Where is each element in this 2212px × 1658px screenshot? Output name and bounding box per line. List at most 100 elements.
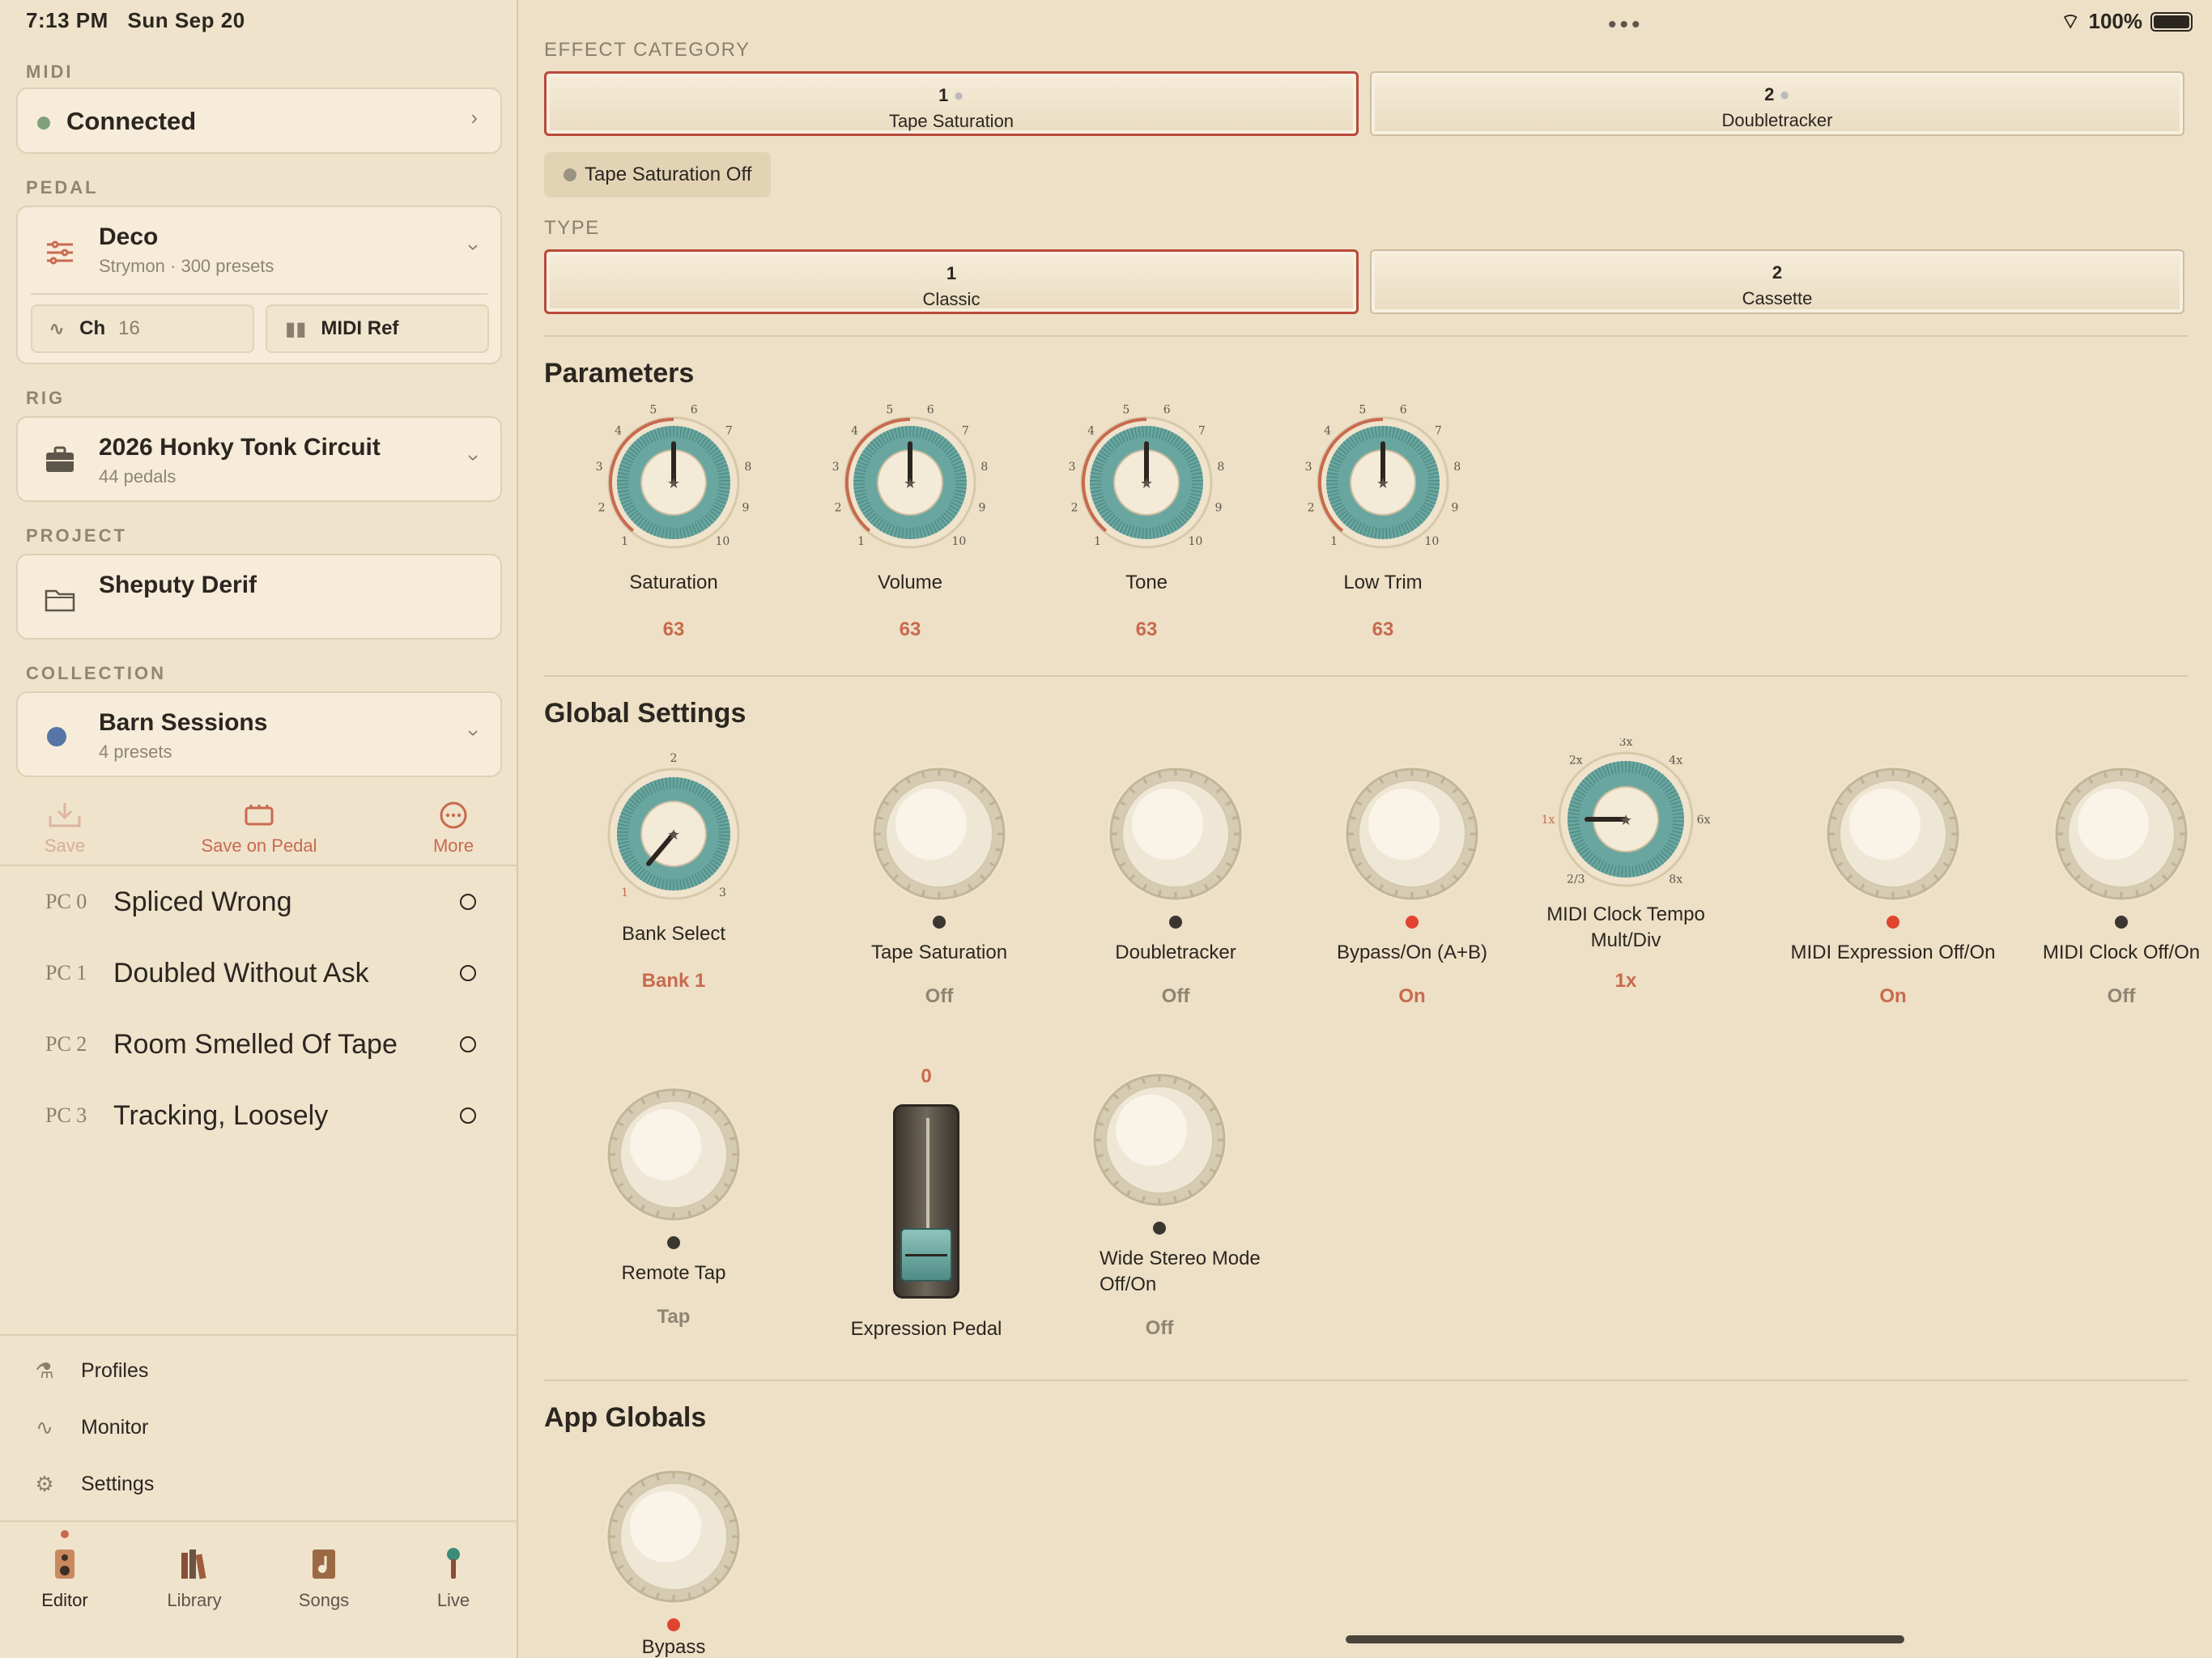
- footswitch-knob-icon[interactable]: [1820, 761, 1966, 907]
- chevron-down-icon[interactable]: ›: [462, 244, 487, 251]
- tone-knob[interactable]: ★ 1 2 3 4 5 6 7 8 9 10 Tone 63: [1049, 402, 1244, 641]
- divider: [0, 1334, 518, 1336]
- chevron-down-icon[interactable]: ›: [462, 729, 487, 737]
- midi-ref-button[interactable]: ▮▮ MIDI Ref: [266, 304, 489, 353]
- chevron-right-icon: ›: [470, 105, 478, 130]
- category-label: Tape Saturation: [888, 111, 1015, 131]
- multitask-dots-icon[interactable]: •••: [1608, 11, 1644, 39]
- collection-subtitle: 4 presets: [99, 742, 172, 762]
- preset-row[interactable]: PC 1 Doubled Without Ask: [0, 937, 518, 1009]
- music-note-icon: [313, 1550, 335, 1579]
- type-button-classic[interactable]: 1 Classic: [544, 249, 1359, 314]
- volume-knob[interactable]: ★ 1 2 3 4 5 6 7 8 9 10 Volume 63: [813, 402, 1007, 641]
- led-off-indicator: [933, 916, 946, 929]
- preset-pc: PC 1: [45, 961, 87, 984]
- category-button-tape-saturation[interactable]: 1 ● Tape Saturation: [544, 71, 1359, 136]
- led-off-indicator: [667, 1236, 680, 1249]
- knob-dial-icon[interactable]: ★ 1 2 3 4 5 6 7 8 9 10: [1066, 402, 1227, 563]
- divider: [31, 293, 487, 295]
- knob-dial-icon[interactable]: ★ 1 2 3: [593, 753, 755, 915]
- knob-value: 63: [1372, 619, 1394, 640]
- microphone-icon: [447, 1548, 460, 1579]
- switch-value: Off: [1145, 1317, 1174, 1339]
- profiles-link[interactable]: ⚗ Profiles: [32, 1358, 148, 1383]
- tab-editor[interactable]: Editor: [0, 1546, 130, 1611]
- tab-songs[interactable]: Songs: [259, 1546, 389, 1611]
- svg-text:10: 10: [716, 535, 730, 548]
- preset-name: Room Smelled Of Tape: [113, 1028, 398, 1060]
- svg-text:7: 7: [725, 424, 733, 437]
- knob-label: MIDI Clock Tempo Mult/Div: [1546, 903, 1705, 951]
- more-label: More: [432, 835, 474, 856]
- divider: [544, 335, 2188, 337]
- midi-expression-switch[interactable]: MIDI Expression Off/On On: [1772, 761, 2014, 1008]
- led-on-indicator: [1406, 916, 1419, 929]
- status-dot: [564, 168, 576, 181]
- midi-channel-button[interactable]: ∿ Ch 16: [31, 304, 254, 353]
- footswitch-knob-icon[interactable]: [601, 1082, 747, 1227]
- book-icon: ▮▮: [285, 317, 307, 340]
- switch-value: Tap: [657, 1306, 691, 1328]
- effect-category-label: EFFECT CATEGORY: [544, 39, 751, 61]
- tape-saturation-switch[interactable]: Tape Saturation Off: [826, 761, 1053, 1008]
- svg-text:3: 3: [1305, 461, 1312, 474]
- rig-card[interactable]: 2026 Honky Tonk Circuit 44 pedals ›: [16, 416, 502, 502]
- knob-dial-icon[interactable]: ★ 2/3 1x 2x 3x 4x 6x 8x: [1537, 738, 1715, 900]
- midi-clock-tempo-knob[interactable]: ★ 2/3 1x 2x 3x 4x 6x 8x MIDI Clock Tempo Mult/D…: [1521, 738, 1731, 993]
- parameters-title: Parameters: [544, 358, 695, 389]
- saturation-knob[interactable]: ★ 1 2 3 4 5 6 7 8 9 10 Saturation 63: [576, 402, 771, 641]
- bypass-switch[interactable]: Bypass: [560, 1464, 787, 1658]
- pedal-card[interactable]: Deco Strymon · 300 presets › ∿ Ch 16 ▮▮ …: [16, 206, 502, 364]
- svg-text:2: 2: [1071, 501, 1078, 514]
- low-trim-knob[interactable]: ★ 1 2 3 4 5 6 7 8 9 10 Low Trim 63: [1286, 402, 1480, 641]
- bank-select-knob[interactable]: ★ 1 2 3 Bank Select Bank 1: [576, 753, 771, 993]
- doubletracker-switch[interactable]: Doubletracker Off: [1062, 761, 1289, 1008]
- knob-dial-icon[interactable]: ★ 1 2 3 4 5 6 7 8 9 10: [1302, 402, 1464, 563]
- wide-stereo-switch[interactable]: Wide Stereo Mode Off/On Off: [1038, 1067, 1281, 1340]
- sidebar: 7:13 PM Sun Sep 20 MIDI Connected › PEDA…: [0, 0, 518, 1658]
- footswitch-knob-icon[interactable]: [601, 1464, 747, 1609]
- preset-row[interactable]: PC 2 Room Smelled Of Tape: [0, 1009, 518, 1080]
- switch-value: On: [1398, 985, 1426, 1007]
- svg-text:2/3: 2/3: [1567, 874, 1585, 886]
- svg-text:3: 3: [832, 461, 840, 474]
- knob-dial-icon[interactable]: ★ 1 2 3 4 5 6 7 8 9 10: [829, 402, 991, 563]
- pedal-section-label: PEDAL: [26, 177, 99, 198]
- pedal-name: Deco: [99, 223, 159, 250]
- more-button[interactable]: More: [389, 801, 518, 857]
- svg-text:6: 6: [1163, 403, 1171, 416]
- save-on-pedal-button[interactable]: Save on Pedal: [194, 801, 324, 857]
- settings-link[interactable]: ⚙ Settings: [32, 1472, 154, 1496]
- sliders-icon: [47, 240, 73, 265]
- footswitch-knob-icon[interactable]: [2048, 761, 2194, 907]
- bypass-ab-switch[interactable]: Bypass/On (A+B) On: [1299, 761, 1525, 1008]
- tab-live[interactable]: Live: [389, 1546, 518, 1611]
- midi-clock-switch[interactable]: MIDI Clock Off/On Off: [2008, 761, 2212, 1008]
- footswitch-knob-icon[interactable]: [1339, 761, 1485, 907]
- collection-card[interactable]: Barn Sessions 4 presets ›: [16, 691, 502, 777]
- type-button-cassette[interactable]: 2 Cassette: [1370, 249, 2184, 314]
- led-on-indicator: [667, 1618, 680, 1631]
- chevron-down-icon[interactable]: ›: [462, 454, 487, 461]
- svg-text:6: 6: [927, 403, 934, 416]
- tab-library[interactable]: Library: [130, 1546, 259, 1611]
- save-button[interactable]: Save: [0, 801, 130, 857]
- date: Sun Sep 20: [127, 8, 245, 32]
- category-button-doubletracker[interactable]: 2 ● Doubletracker: [1370, 71, 2184, 136]
- slider-thumb[interactable]: [900, 1228, 952, 1282]
- project-card[interactable]: Sheputy Derif: [16, 554, 502, 640]
- expression-pedal-control[interactable]: 0 Expression Pedal: [813, 1065, 1040, 1341]
- knob-dial-icon[interactable]: ★ 1 2 3 4 5 6 7 8 9 10: [593, 402, 755, 563]
- remote-tap-switch[interactable]: Remote Tap Tap: [560, 1082, 787, 1329]
- footswitch-knob-icon[interactable]: [1087, 1067, 1232, 1213]
- expression-slider-track[interactable]: [893, 1104, 959, 1299]
- switch-label: MIDI Clock Off/On: [2042, 942, 2201, 963]
- svg-text:3: 3: [719, 886, 726, 899]
- preset-row[interactable]: PC 3 Tracking, Loosely: [0, 1080, 518, 1151]
- monitor-link[interactable]: ∿ Monitor: [32, 1415, 148, 1439]
- midi-connection-card[interactable]: Connected ›: [16, 87, 502, 154]
- preset-row[interactable]: PC 0 Spliced Wrong: [0, 866, 518, 937]
- footswitch-knob-icon[interactable]: [1103, 761, 1249, 907]
- led-off-indicator: [1169, 916, 1182, 929]
- footswitch-knob-icon[interactable]: [866, 761, 1012, 907]
